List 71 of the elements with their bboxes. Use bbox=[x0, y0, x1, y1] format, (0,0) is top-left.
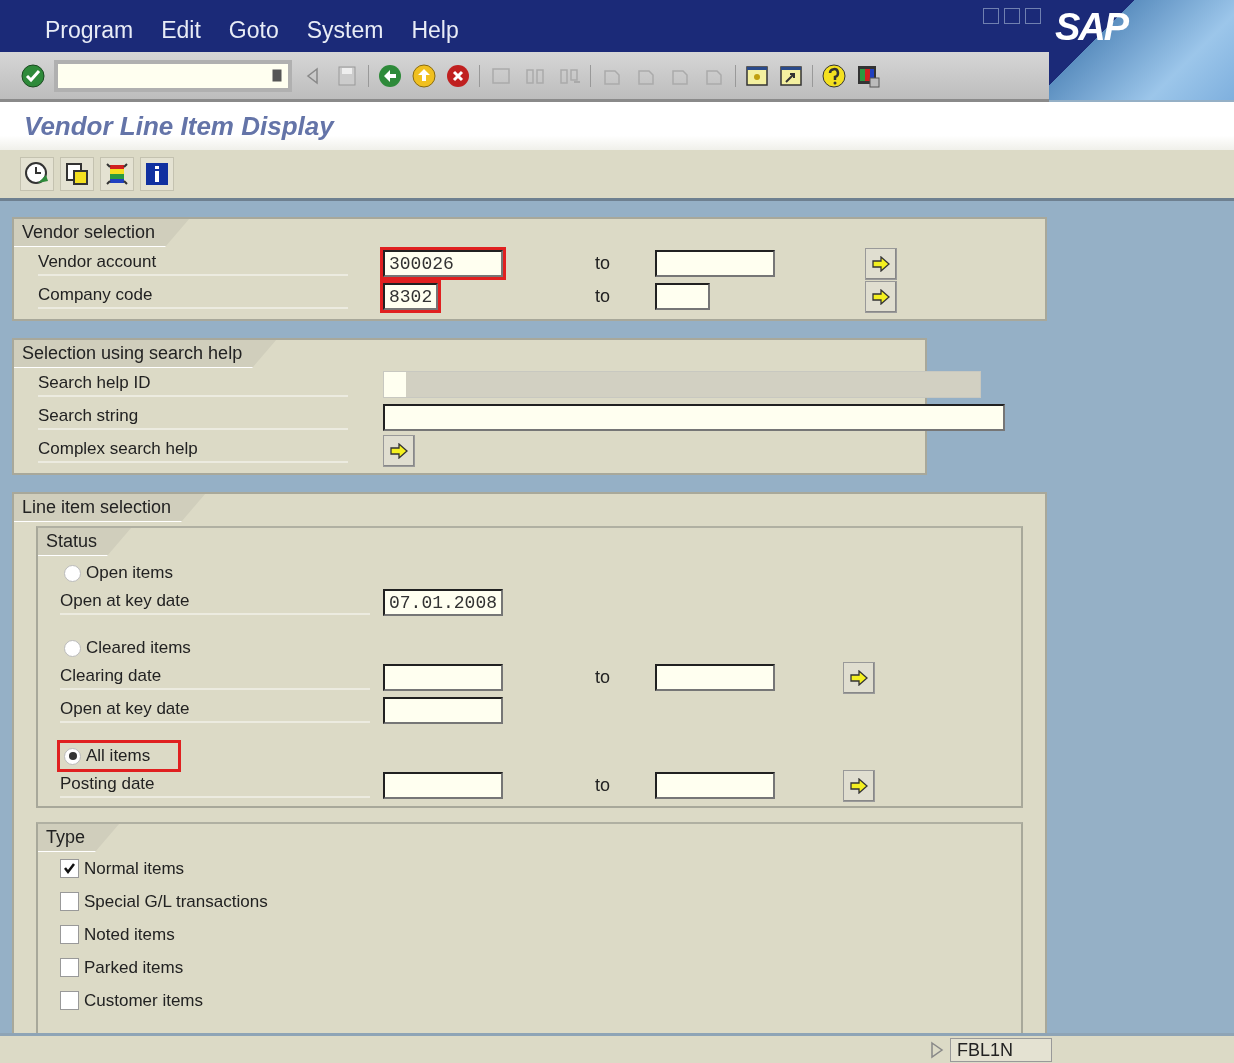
input-field[interactable] bbox=[655, 283, 710, 310]
group-title: Selection using search help bbox=[14, 340, 277, 368]
execute-button[interactable] bbox=[20, 157, 54, 191]
field-label: Search help ID bbox=[38, 372, 348, 397]
checkbox[interactable]: Normal items bbox=[60, 852, 1021, 885]
help-icon[interactable] bbox=[821, 62, 847, 89]
layout-button[interactable] bbox=[100, 157, 134, 191]
arrow-icon bbox=[390, 442, 408, 459]
arrow-button[interactable] bbox=[843, 661, 875, 694]
field-label: Open at key date bbox=[60, 698, 370, 723]
arrow-icon bbox=[872, 288, 890, 305]
group-title: Line item selection bbox=[14, 494, 206, 522]
minimize-icon[interactable] bbox=[983, 8, 999, 24]
radio-button[interactable]: All items bbox=[60, 743, 179, 769]
input-field[interactable] bbox=[383, 772, 503, 799]
input-field[interactable] bbox=[383, 664, 503, 691]
menu-item[interactable]: Goto bbox=[228, 17, 279, 44]
logo: SAP bbox=[1049, 0, 1234, 100]
check-icon bbox=[63, 862, 76, 875]
to-label: to bbox=[595, 775, 611, 796]
variant-button[interactable] bbox=[60, 157, 94, 191]
field-label: Open at key date bbox=[60, 590, 370, 615]
menu-item[interactable]: Help bbox=[411, 17, 459, 44]
arrow-icon bbox=[850, 777, 868, 794]
check-icon[interactable] bbox=[20, 62, 46, 89]
group-title: Status bbox=[38, 528, 132, 556]
checkbox[interactable]: Parked items bbox=[60, 951, 1021, 984]
group-title: Vendor selection bbox=[14, 219, 190, 247]
input-field[interactable] bbox=[655, 664, 775, 691]
arrow-button[interactable] bbox=[865, 247, 897, 280]
input-field[interactable] bbox=[655, 250, 775, 277]
info-button[interactable] bbox=[140, 157, 174, 191]
dropdown-field[interactable] bbox=[383, 371, 981, 398]
close-icon[interactable] bbox=[1025, 8, 1041, 24]
field-label: Company code bbox=[38, 284, 348, 309]
input-field[interactable]: 8302 bbox=[383, 283, 438, 310]
command-field[interactable] bbox=[54, 59, 292, 92]
input-field[interactable]: 07.01.2008 bbox=[383, 589, 503, 616]
menu-item[interactable]: Program bbox=[45, 17, 134, 44]
input-field[interactable] bbox=[655, 772, 775, 799]
radio-button[interactable]: Cleared items bbox=[60, 635, 219, 661]
arrow-button[interactable] bbox=[843, 769, 875, 802]
arrow-icon bbox=[850, 669, 868, 686]
radio-button[interactable]: Open items bbox=[60, 560, 201, 586]
checkbox[interactable]: Customer items bbox=[60, 984, 1021, 1017]
field-label: Complex search help bbox=[38, 438, 348, 463]
back-icon[interactable] bbox=[377, 62, 403, 89]
field-label: Clearing date bbox=[60, 665, 370, 690]
screen-title: Vendor Line Item Display bbox=[24, 110, 334, 142]
group-title: Type bbox=[38, 824, 120, 852]
input-field[interactable]: 300026 bbox=[383, 250, 503, 277]
arrow-button[interactable] bbox=[865, 280, 897, 313]
to-label: to bbox=[595, 253, 611, 274]
input-field[interactable] bbox=[383, 697, 503, 724]
cancel-icon[interactable] bbox=[445, 62, 471, 89]
exit-icon[interactable] bbox=[411, 62, 437, 89]
menu-item[interactable]: System bbox=[306, 17, 384, 44]
transaction-code: FBL1N bbox=[950, 1038, 1052, 1062]
checkbox[interactable]: Special G/L transactions bbox=[60, 885, 1021, 918]
field-label: Posting date bbox=[60, 773, 370, 798]
field-label: Vendor account bbox=[38, 251, 348, 276]
to-label: to bbox=[595, 286, 611, 307]
menu-item[interactable]: Edit bbox=[161, 17, 201, 44]
checkbox[interactable]: Noted items bbox=[60, 918, 1021, 951]
arrow-icon bbox=[872, 255, 890, 272]
maximize-icon[interactable] bbox=[1004, 8, 1020, 24]
arrow-button[interactable] bbox=[383, 434, 415, 467]
to-label: to bbox=[595, 667, 611, 688]
document-icon bbox=[272, 69, 282, 82]
field-label: Search string bbox=[38, 405, 348, 430]
input-field[interactable] bbox=[383, 404, 1005, 431]
